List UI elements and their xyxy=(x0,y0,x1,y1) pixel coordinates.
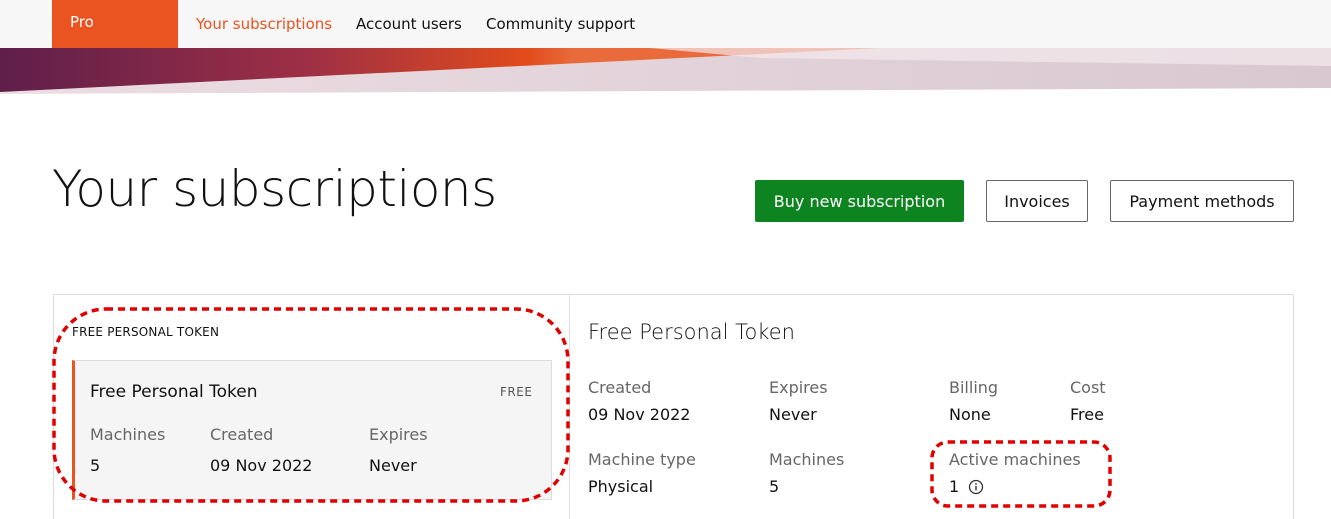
pro-logo[interactable]: Pro xyxy=(52,0,178,48)
detail-expires-value: Never xyxy=(769,405,817,424)
detail-machines-label: Machines xyxy=(769,450,845,469)
detail-active-machines-label: Active machines xyxy=(949,450,1081,469)
panel-divider xyxy=(569,295,570,519)
card-machines-value: 5 xyxy=(90,456,101,475)
detail-machine-type-label: Machine type xyxy=(588,450,696,469)
payment-methods-button[interactable]: Payment methods xyxy=(1110,180,1294,222)
detail-machine-type-value: Physical xyxy=(588,477,654,496)
detail-billing-label: Billing xyxy=(949,378,999,397)
nav-link-your-subscriptions[interactable]: Your subscriptions xyxy=(196,15,332,33)
page-title: Your subscriptions xyxy=(52,160,497,218)
header-gradient-band xyxy=(0,48,1331,94)
top-navigation: Pro Your subscriptions Account users Com… xyxy=(0,0,1331,48)
card-expires-label: Expires xyxy=(369,425,428,444)
subscription-group-label: FREE PERSONAL TOKEN xyxy=(72,325,220,339)
detail-machines-value: 5 xyxy=(769,477,780,496)
detail-title: Free Personal Token xyxy=(588,320,795,344)
detail-created-label: Created xyxy=(588,378,652,397)
nav-link-community-support[interactable]: Community support xyxy=(486,15,635,33)
nav-link-account-users[interactable]: Account users xyxy=(356,15,462,33)
detail-active-machines-value: 1 xyxy=(949,477,960,496)
detail-created-value: 09 Nov 2022 xyxy=(588,405,691,424)
card-created-value: 09 Nov 2022 xyxy=(210,456,313,475)
card-machines-label: Machines xyxy=(90,425,166,444)
detail-expires-label: Expires xyxy=(769,378,828,397)
card-expires-value: Never xyxy=(369,456,417,475)
detail-cost-value: Free xyxy=(1070,405,1104,424)
subscription-card-title: Free Personal Token xyxy=(90,382,258,402)
info-icon[interactable] xyxy=(968,479,984,495)
detail-billing-value: None xyxy=(949,405,991,424)
detail-cost-label: Cost xyxy=(1070,378,1106,397)
card-created-label: Created xyxy=(210,425,274,444)
invoices-button[interactable]: Invoices xyxy=(986,180,1088,222)
subscription-card-badge: FREE xyxy=(500,385,533,399)
buy-new-subscription-button[interactable]: Buy new subscription xyxy=(755,180,964,222)
